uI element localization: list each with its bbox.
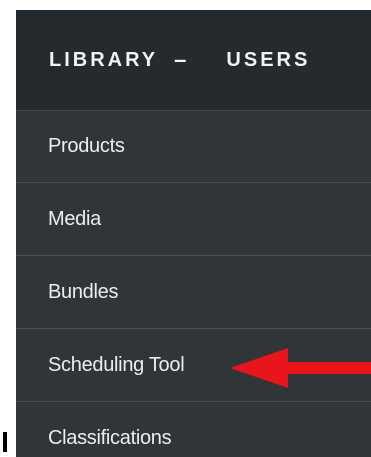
menu-item-label: Scheduling Tool bbox=[48, 353, 185, 376]
collapse-dash-icon[interactable]: – bbox=[174, 47, 186, 73]
menu-item-classifications[interactable]: Classifications bbox=[16, 402, 371, 457]
arrow-shape bbox=[230, 348, 371, 388]
menu-item-label: Bundles bbox=[48, 280, 119, 303]
screenshot-page: LIBRARY – USERS Products Media Bundles S… bbox=[0, 0, 371, 457]
top-navigation: LIBRARY – USERS bbox=[16, 10, 371, 110]
menu-item-label: Products bbox=[48, 135, 125, 157]
red-arrow-icon bbox=[230, 348, 371, 388]
tab-library[interactable]: LIBRARY bbox=[49, 49, 158, 72]
menu-item-label: Media bbox=[48, 207, 101, 230]
tab-users[interactable]: USERS bbox=[226, 49, 310, 72]
library-menu: Products Media Bundles Scheduling Tool C… bbox=[16, 110, 371, 457]
navigation-panel: LIBRARY – USERS Products Media Bundles S… bbox=[16, 10, 371, 457]
menu-item-products[interactable]: Products bbox=[16, 110, 371, 183]
menu-item-bundles[interactable]: Bundles bbox=[16, 256, 371, 329]
menu-item-label: Classifications bbox=[48, 426, 172, 449]
edge-mark bbox=[3, 432, 7, 452]
menu-item-media[interactable]: Media bbox=[16, 183, 371, 256]
